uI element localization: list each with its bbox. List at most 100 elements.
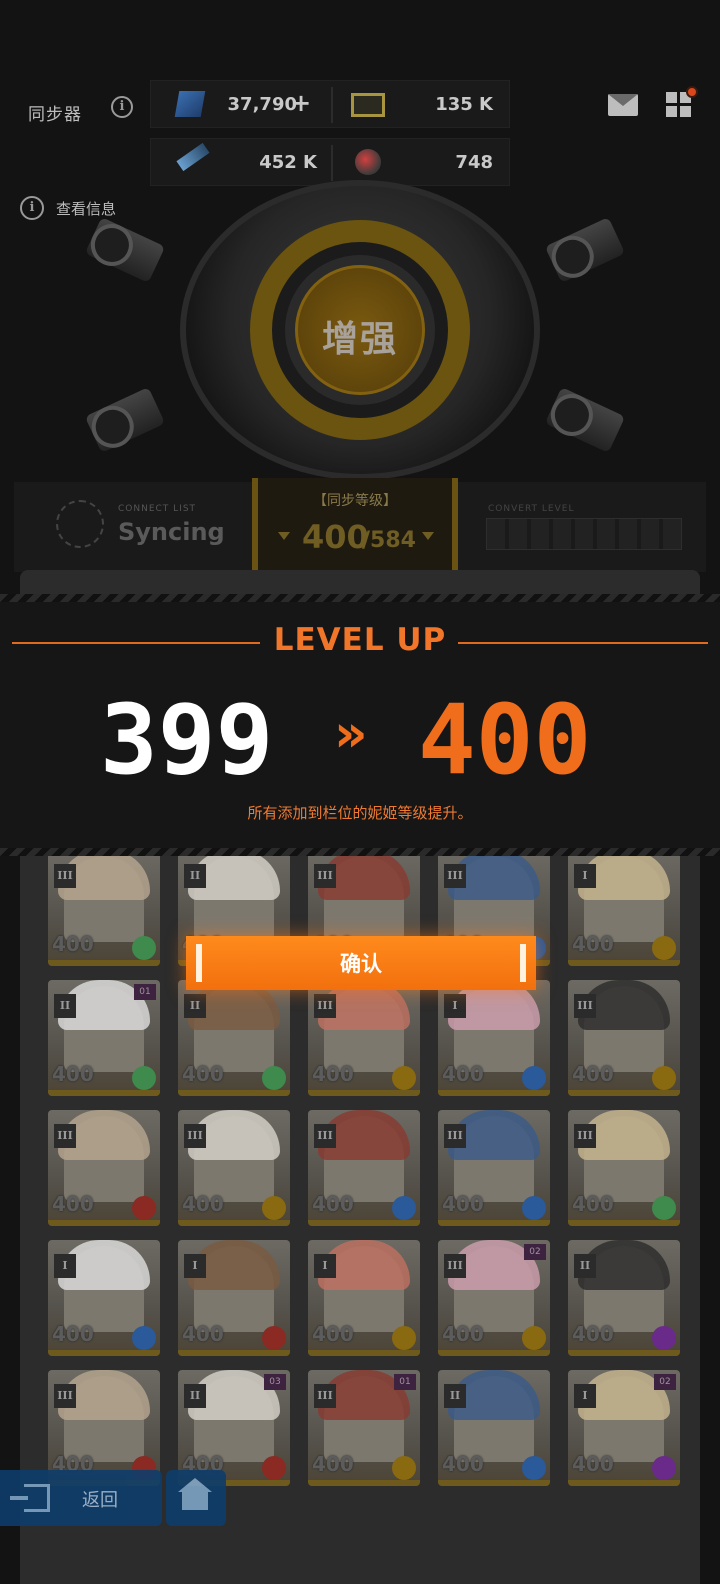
character-card[interactable]: II 400 bbox=[438, 1370, 550, 1486]
back-button[interactable]: 返回 bbox=[0, 1470, 162, 1526]
burst-rank-badge: III bbox=[444, 1124, 466, 1148]
character-level: 400 bbox=[52, 932, 94, 956]
enhance-button[interactable]: 增强 bbox=[295, 265, 425, 395]
burst-rank-badge: III bbox=[314, 994, 336, 1018]
level-down-arrow-icon bbox=[278, 532, 290, 540]
character-card[interactable]: I 02 400 bbox=[568, 1370, 680, 1486]
iron-element-icon bbox=[392, 1456, 416, 1480]
card-bottom-bar bbox=[568, 1350, 680, 1356]
character-level: 400 bbox=[442, 1192, 484, 1216]
card-bottom-bar bbox=[178, 1220, 290, 1226]
slot-number-badge: 01 bbox=[394, 1374, 416, 1390]
burst-rank-badge: II bbox=[184, 994, 206, 1018]
add-gem-button[interactable]: + bbox=[291, 89, 311, 117]
electric-element-icon bbox=[652, 1326, 676, 1350]
connect-list-icon bbox=[56, 500, 104, 548]
character-card[interactable]: III400 bbox=[308, 1110, 420, 1226]
character-card[interactable]: III400 bbox=[178, 1110, 290, 1226]
burst-rank-badge: III bbox=[574, 1124, 596, 1148]
divider bbox=[458, 642, 708, 644]
burst-rank-badge: III bbox=[314, 1124, 336, 1148]
convert-level-sub: CONVERT LEVEL bbox=[488, 504, 575, 514]
exit-arrow-icon bbox=[10, 1484, 50, 1512]
enhance-label: 增强 bbox=[321, 319, 398, 360]
character-card[interactable]: I 400 bbox=[568, 850, 680, 966]
card-bottom-bar bbox=[438, 1350, 550, 1356]
character-card[interactable]: II 01 400 bbox=[48, 980, 160, 1096]
mail-icon[interactable] bbox=[608, 94, 638, 116]
card-bottom-bar bbox=[568, 960, 680, 966]
back-label: 返回 bbox=[82, 1490, 118, 1511]
burst-rank-badge: III bbox=[54, 864, 76, 888]
character-card[interactable]: I 400 bbox=[308, 1240, 420, 1356]
slot-number-badge: 02 bbox=[654, 1374, 676, 1390]
burst-rank-badge: I bbox=[184, 1254, 206, 1278]
character-card[interactable]: III 400 bbox=[48, 850, 160, 966]
character-card[interactable]: III 01 400 bbox=[308, 1370, 420, 1486]
gem-count: 37,790 bbox=[227, 94, 297, 115]
sync-status: Syncing bbox=[118, 518, 225, 546]
card-bottom-bar bbox=[568, 1220, 680, 1226]
iron-element-icon bbox=[262, 1196, 286, 1220]
card-bottom-bar bbox=[178, 1090, 290, 1096]
character-level: 400 bbox=[442, 1322, 484, 1346]
menu-grid-icon[interactable] bbox=[666, 86, 698, 118]
character-card[interactable]: III 400 bbox=[568, 980, 680, 1096]
burst-rank-badge: III bbox=[314, 864, 336, 888]
burst-rank-badge: III bbox=[574, 994, 596, 1018]
burst-rank-badge: III bbox=[444, 864, 466, 888]
slot-number-badge: 01 bbox=[134, 984, 156, 1000]
character-level: 400 bbox=[312, 1452, 354, 1476]
confirm-label: 确认 bbox=[340, 952, 382, 976]
card-bottom-bar bbox=[308, 1350, 420, 1356]
water-element-icon bbox=[522, 1066, 546, 1090]
character-level: 400 bbox=[442, 1452, 484, 1476]
card-bottom-bar bbox=[48, 1220, 160, 1226]
wind-element-icon bbox=[132, 1066, 156, 1090]
character-card[interactable]: III 02 400 bbox=[438, 1240, 550, 1356]
notification-dot bbox=[686, 86, 698, 98]
sync-level-max: /584 bbox=[362, 528, 416, 553]
character-card[interactable]: II 400 bbox=[568, 1240, 680, 1356]
character-card[interactable]: II 03 400 bbox=[178, 1370, 290, 1486]
machine-arm bbox=[84, 387, 166, 453]
card-bottom-bar bbox=[48, 960, 160, 966]
character-level: 400 bbox=[572, 1062, 614, 1086]
burst-rank-badge: I bbox=[574, 1384, 596, 1408]
character-level: 400 bbox=[52, 1322, 94, 1346]
resource-panel-top: 37,790 + 135 K bbox=[150, 80, 510, 128]
character-card[interactable]: III400 bbox=[48, 1370, 160, 1486]
sync-device-screen: 同步器 i 37,790 + 135 K 452 K 748 i 查看信息 增强… bbox=[0, 0, 720, 1584]
character-card[interactable]: III400 bbox=[48, 1110, 160, 1226]
character-card[interactable]: II 400 bbox=[178, 980, 290, 1096]
burst-rank-badge: II bbox=[184, 1384, 206, 1408]
card-bottom-bar bbox=[48, 1090, 160, 1096]
burst-rank-badge: III bbox=[54, 1124, 76, 1148]
home-button[interactable] bbox=[166, 1470, 226, 1526]
battery-credit-icon bbox=[351, 93, 385, 117]
character-card[interactable]: I 400 bbox=[48, 1240, 160, 1356]
character-card[interactable]: I 400 bbox=[178, 1240, 290, 1356]
character-card[interactable]: I 400 bbox=[438, 980, 550, 1096]
card-bottom-bar bbox=[438, 1480, 550, 1486]
character-card[interactable]: III400 bbox=[568, 1110, 680, 1226]
character-card[interactable]: III400 bbox=[308, 980, 420, 1096]
level-down-arrow-icon bbox=[422, 532, 434, 540]
iron-element-icon bbox=[652, 936, 676, 960]
home-icon bbox=[178, 1478, 212, 1510]
connect-list-sub: CONNECT LIST bbox=[118, 504, 197, 514]
iron-element-icon bbox=[392, 1066, 416, 1090]
wind-element-icon bbox=[652, 1196, 676, 1220]
info-icon[interactable]: i bbox=[111, 96, 133, 118]
info-icon: i bbox=[20, 196, 44, 220]
character-card[interactable]: III 400 bbox=[438, 1110, 550, 1226]
character-level: 400 bbox=[182, 1192, 224, 1216]
machine-arm bbox=[544, 217, 626, 283]
convert-level-bar bbox=[486, 518, 682, 550]
confirm-button[interactable]: 确认 bbox=[186, 936, 536, 990]
character-level: 400 bbox=[572, 932, 614, 956]
character-level: 400 bbox=[52, 1062, 94, 1086]
double-chevron-right-icon: » bbox=[334, 704, 368, 764]
burst-rank-badge: I bbox=[574, 864, 596, 888]
fire-element-icon bbox=[262, 1326, 286, 1350]
